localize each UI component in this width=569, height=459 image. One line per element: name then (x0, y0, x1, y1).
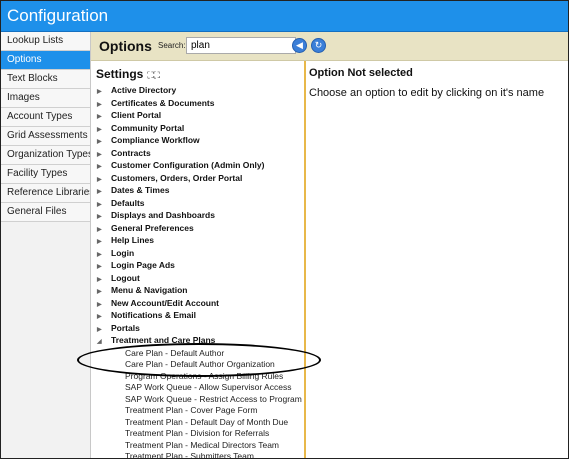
tree-leaf[interactable]: Treatment Plan - Medical Directors Team (125, 440, 279, 450)
sidebar-item[interactable]: Text Blocks (1, 70, 90, 89)
tree-node-label: Client Portal (111, 110, 162, 120)
collapsed-arrow-icon[interactable]: ▶ (97, 101, 111, 108)
options-header: Options Search: ◀ ↻ (91, 32, 568, 61)
collapsed-arrow-icon[interactable]: ▶ (97, 251, 111, 258)
tree-node[interactable]: ◢ Treatment and Care Plans (97, 335, 215, 345)
collapsed-arrow-icon[interactable]: ▶ (97, 201, 111, 208)
tree-node-label: Displays and Dashboards (111, 210, 215, 220)
tree-node[interactable]: ▶ Certificates & Documents (97, 98, 214, 108)
tree-node-label: Login Page Ads (111, 260, 175, 270)
window-title: Configuration (1, 1, 568, 32)
sidebar-item[interactable]: Reference Libraries (1, 184, 90, 203)
collapsed-arrow-icon[interactable]: ▶ (97, 163, 111, 170)
collapsed-arrow-icon[interactable]: ▶ (97, 138, 111, 145)
expand-collapse-icon[interactable]: ⛶⛶ (147, 70, 160, 80)
tree-node[interactable]: ▶ Logout (97, 273, 140, 283)
collapsed-arrow-icon[interactable]: ▶ (97, 226, 111, 233)
tree-node-label: Dates & Times (111, 185, 170, 195)
tree-node-label: Menu & Navigation (111, 285, 188, 295)
settings-tree: Settings ⛶⛶ ▶ Active Directory ▶ Certificate… (91, 61, 306, 458)
collapsed-arrow-icon[interactable]: ▶ (97, 126, 111, 133)
configuration-window: Configuration Lookup Lists Options Text Bl… (0, 0, 569, 459)
sidebar-item[interactable]: Account Types (1, 108, 90, 127)
collapsed-arrow-icon[interactable]: ▶ (97, 88, 111, 95)
tree-node-label: General Preferences (111, 222, 194, 233)
tree-node[interactable]: ▶ Customer Configuration (Admin Only) (97, 160, 264, 170)
tree-node-label: Treatment and Care Plans (111, 335, 216, 345)
tree-node-label: Contracts (111, 147, 151, 158)
tree-node-label: Active Directory (111, 85, 177, 95)
tree-node-label: Community Portal (111, 122, 185, 133)
tree-node[interactable]: ▶ Customers, Orders, Order Portal (97, 173, 242, 183)
page-title: Options (99, 38, 152, 54)
tree-leaf[interactable]: SAP Work Queue - Allow Supervisor Access (125, 382, 291, 392)
sidebar-item[interactable]: Facility Types (1, 165, 90, 184)
option-detail-panel: Option Not selected Choose an option to … (307, 61, 567, 458)
tree-node[interactable]: ▶ Notifications & Email (97, 310, 196, 320)
tree-leaf[interactable]: Treatment Plan - Division for Referrals (125, 428, 269, 438)
tree-node[interactable]: ▶ Displays and Dashboards (97, 210, 215, 220)
collapsed-arrow-icon[interactable]: ▶ (97, 151, 111, 158)
tree-leaf[interactable]: Care Plan - Default Author Organization (125, 359, 275, 369)
sidebar-item[interactable]: Options (1, 51, 90, 70)
search-input[interactable] (186, 37, 296, 54)
collapsed-arrow-icon[interactable]: ▶ (97, 276, 111, 283)
sidebar-item[interactable]: Grid Assessments (1, 127, 90, 146)
sidebar-item[interactable]: Images (1, 89, 90, 108)
tree-node-label: Help Lines (111, 235, 154, 245)
tree-node[interactable]: ▶ Portals (97, 323, 140, 333)
tree-leaf[interactable]: Treatment Plan - Submitters Team (125, 451, 254, 458)
tree-node[interactable]: ▶ Defaults (97, 198, 145, 208)
tree-leaf[interactable]: Treatment Plan - Cover Page Form (125, 405, 257, 415)
tree-node-label: Customer Configuration (Admin Only) (111, 160, 265, 170)
collapsed-arrow-icon[interactable]: ▶ (97, 288, 111, 295)
tree-node-label: Notifications & Email (111, 310, 197, 320)
sidebar: Lookup Lists Options Text Blocks Images Acco… (1, 32, 91, 458)
collapsed-arrow-icon[interactable]: ▶ (97, 238, 111, 245)
refresh-icon[interactable]: ↻ (311, 38, 326, 53)
sidebar-item[interactable]: Organization Types (1, 146, 90, 165)
settings-heading: Settings ⛶⛶ (96, 67, 160, 81)
tree-node[interactable]: ▶ Help Lines (97, 235, 154, 245)
expanded-arrow-icon[interactable]: ◢ (97, 338, 111, 345)
tree-node-label: New Account/Edit Account (111, 297, 219, 308)
tree-node-label: Certificates & Documents (111, 97, 215, 108)
settings-title: Settings (96, 67, 144, 81)
tree-leaf[interactable]: Treatment Plan - Default Day of Month Du… (125, 417, 288, 427)
detail-message: Choose an option to edit by clicking on … (309, 87, 545, 99)
collapsed-arrow-icon[interactable]: ▶ (97, 263, 111, 270)
back-arrow-icon[interactable]: ◀ (292, 38, 307, 53)
tree-node[interactable]: ▶ Contracts (97, 148, 151, 158)
tree-node[interactable]: ▶ Menu & Navigation (97, 285, 188, 295)
tree-node[interactable]: ▶ Login (97, 248, 134, 258)
collapsed-arrow-icon[interactable]: ▶ (97, 326, 111, 333)
tree-leaf[interactable]: Care Plan - Default Author (125, 348, 224, 358)
tree-node-label: Defaults (111, 197, 145, 208)
tree-node[interactable]: ▶ New Account/Edit Account (97, 298, 219, 308)
tree-node-label: Login (111, 247, 135, 258)
tree-node-label: Compliance Workflow (111, 135, 200, 145)
tree-node-label: Portals (111, 322, 140, 333)
collapsed-arrow-icon[interactable]: ▶ (97, 176, 111, 183)
collapsed-arrow-icon[interactable]: ▶ (97, 301, 111, 308)
sidebar-item[interactable]: Lookup Lists (1, 32, 90, 51)
tree-node[interactable]: ▶ Community Portal (97, 123, 184, 133)
collapsed-arrow-icon[interactable]: ▶ (97, 213, 111, 220)
collapsed-arrow-icon[interactable]: ▶ (97, 188, 111, 195)
tree-leaf[interactable]: SAP Work Queue - Restrict Access to Prog… (125, 394, 304, 404)
tree-node[interactable]: ▶ Active Directory (97, 85, 176, 95)
detail-heading: Option Not selected (309, 67, 413, 79)
collapsed-arrow-icon[interactable]: ▶ (97, 113, 111, 120)
tree-node[interactable]: ▶ Compliance Workflow (97, 135, 200, 145)
tree-node-label: Logout (111, 272, 140, 283)
tree-node[interactable]: ▶ Client Portal (97, 110, 161, 120)
tree-node-label: Customers, Orders, Order Portal (111, 172, 243, 183)
search-label: Search: (158, 41, 186, 50)
tree-leaf[interactable]: Program Operations - Assign Billing Rule… (125, 371, 283, 381)
tree-node[interactable]: ▶ Login Page Ads (97, 260, 175, 270)
tree-node[interactable]: ▶ General Preferences (97, 223, 194, 233)
sidebar-item[interactable]: General Files (1, 203, 90, 222)
tree-node[interactable]: ▶ Dates & Times (97, 185, 169, 195)
collapsed-arrow-icon[interactable]: ▶ (97, 313, 111, 320)
